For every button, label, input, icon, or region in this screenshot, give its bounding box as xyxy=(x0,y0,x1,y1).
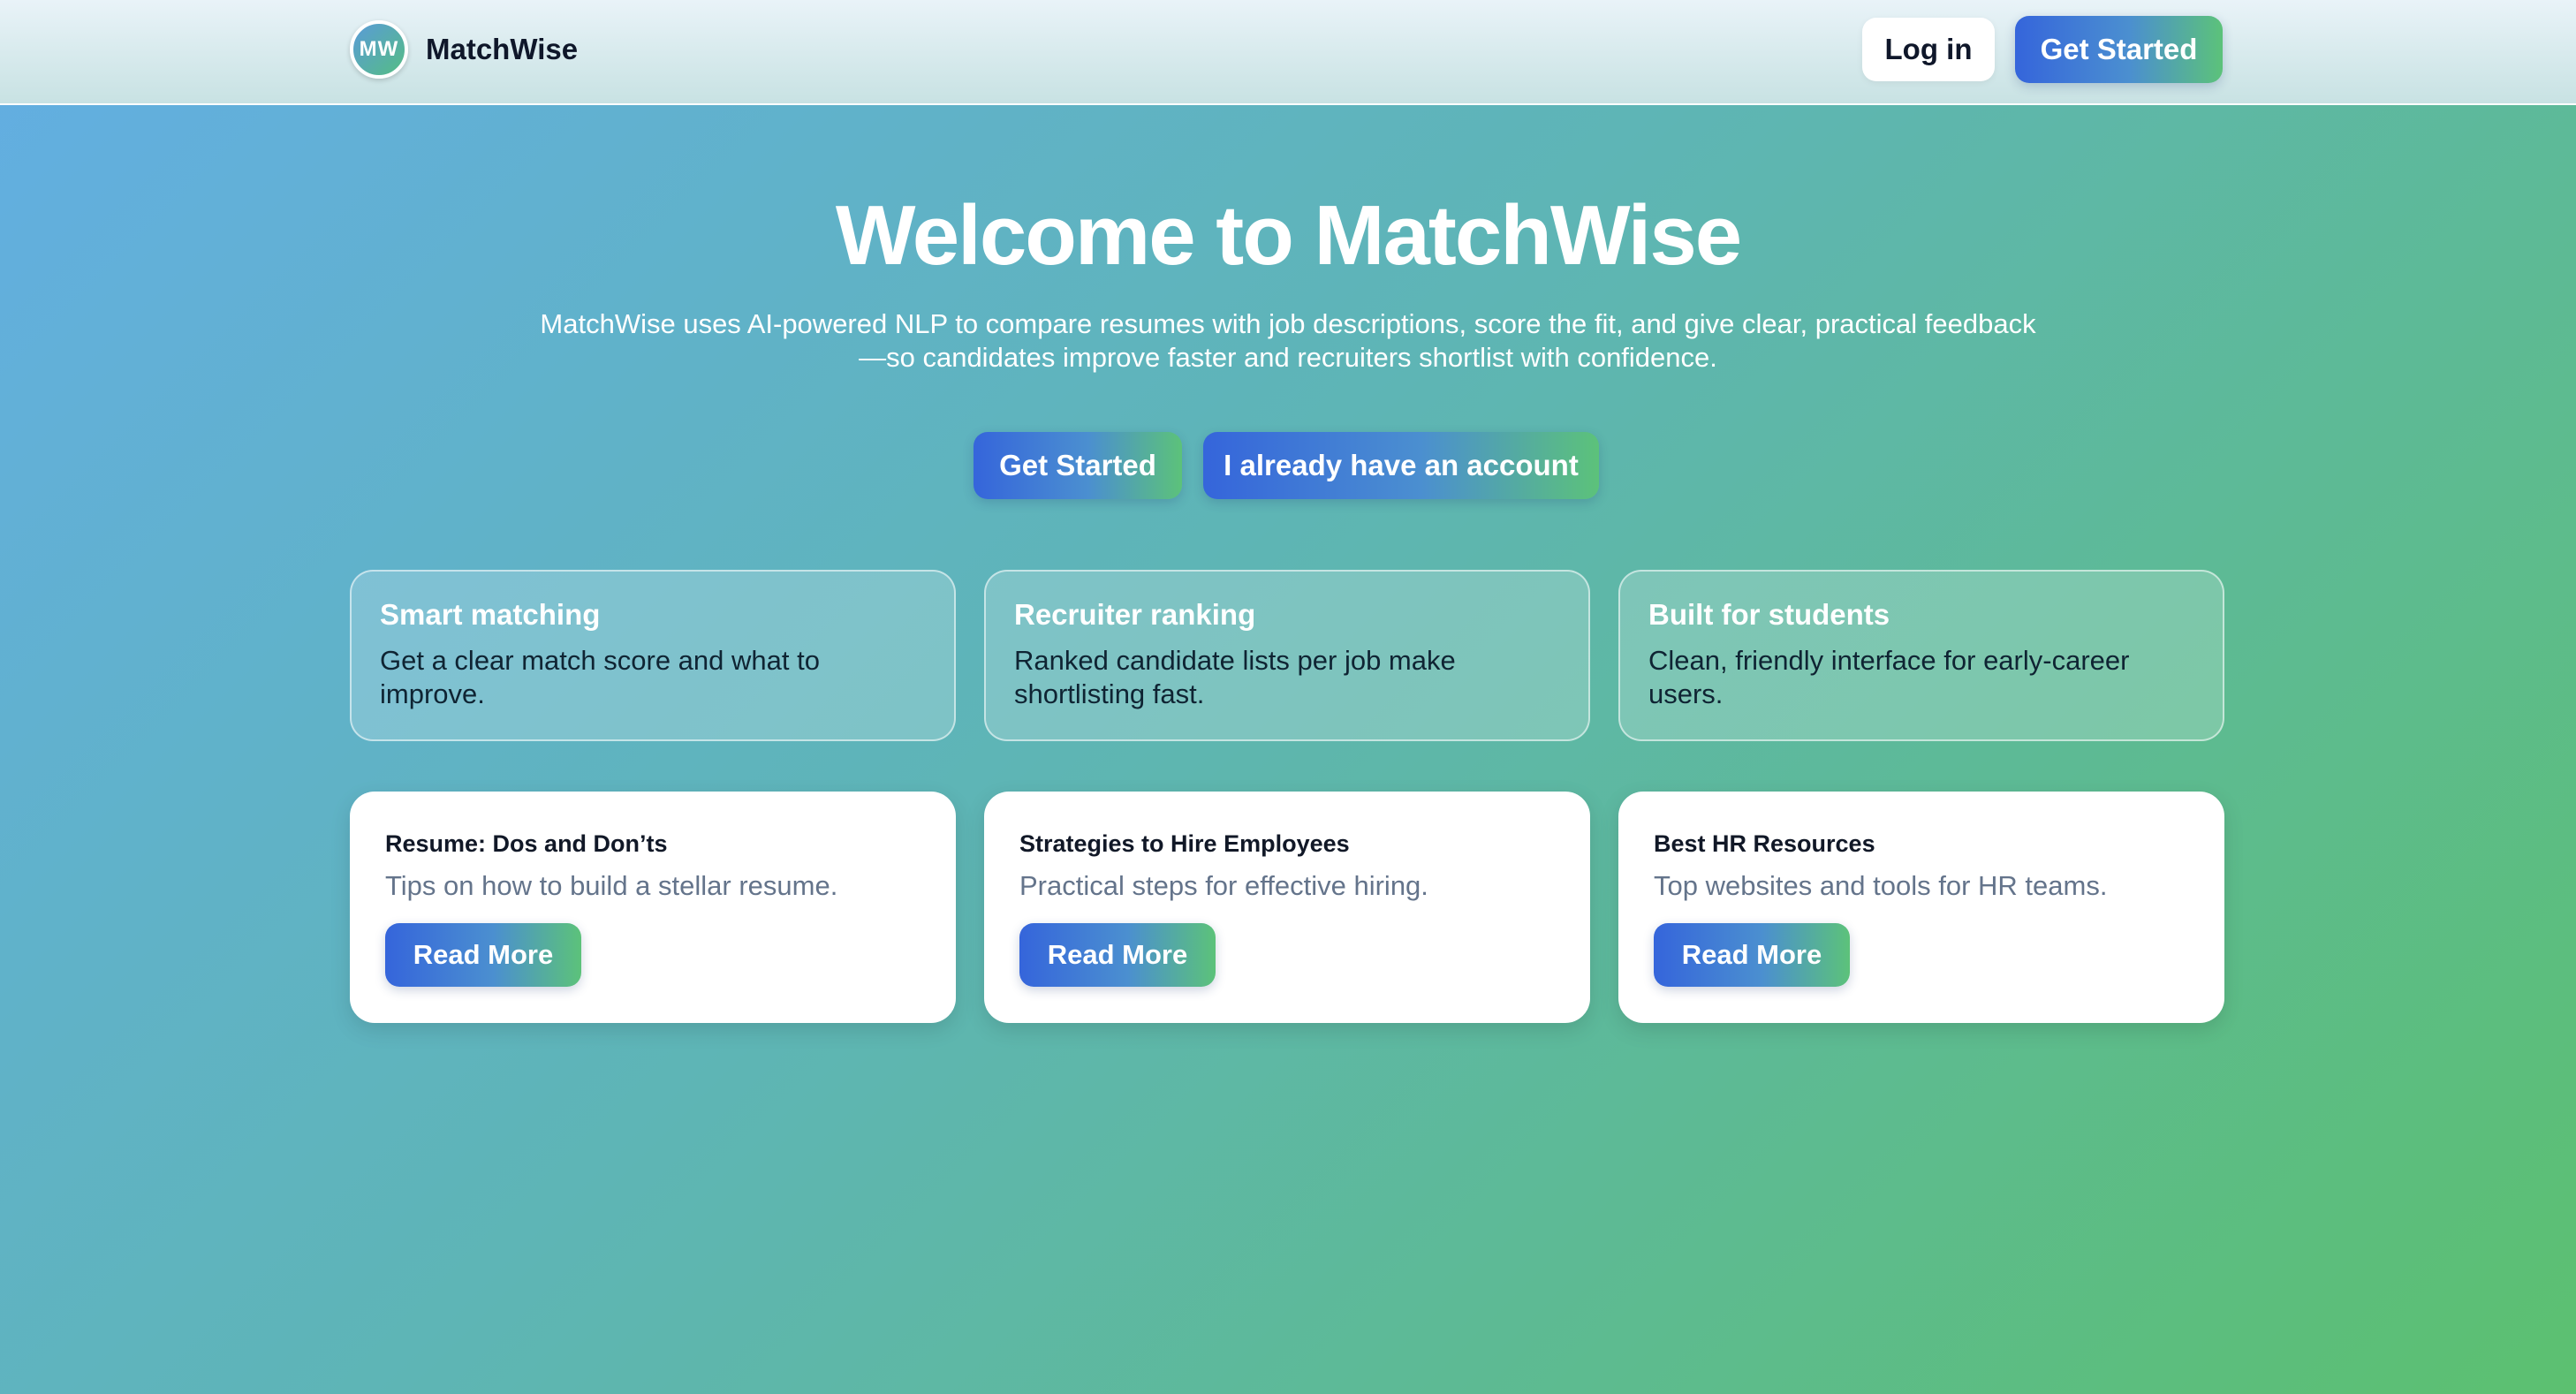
feature-text: Ranked candidate lists per job make shor… xyxy=(1014,645,1456,709)
feature-text: Get a clear match score and what to impr… xyxy=(380,645,820,709)
logo-icon: MW xyxy=(350,20,408,79)
existing-account-button[interactable]: I already have an account xyxy=(1203,432,1599,499)
brand-name: MatchWise xyxy=(426,33,579,65)
article-title: Resume: Dos and Don’ts xyxy=(385,830,668,857)
read-more-button[interactable]: Read More xyxy=(1654,923,1850,987)
feature-title: Built for students xyxy=(1648,598,1890,631)
feature-card-smart-matching: Smart matching Get a clear match score a… xyxy=(350,570,956,741)
feature-title: Smart matching xyxy=(380,598,601,631)
feature-card-built-for-students: Built for students Clean, friendly inter… xyxy=(1618,570,2224,741)
article-card-hiring: Strategies to Hire Employees Practical s… xyxy=(984,792,1590,1023)
article-text: Tips on how to build a stellar resume. xyxy=(385,870,838,901)
hero-get-started-button[interactable]: Get Started xyxy=(974,432,1182,499)
brand[interactable]: MW MatchWise xyxy=(350,19,578,80)
hero-title: Welcome to MatchWise xyxy=(835,188,1742,283)
article-card-resume: Resume: Dos and Don’ts Tips on how to bu… xyxy=(350,792,956,1023)
feature-card-recruiter-ranking: Recruiter ranking Ranked candidate lists… xyxy=(984,570,1590,741)
article-text: Top websites and tools for HR teams. xyxy=(1654,870,2108,901)
read-more-button[interactable]: Read More xyxy=(1019,923,1216,987)
top-nav-bar: MW MatchWise Log in Get Started xyxy=(0,0,2576,105)
hero-subtitle-line-2: —so candidates improve faster and recrui… xyxy=(859,342,1717,373)
hero-subtitle-line-1: MatchWise uses AI-powered NLP to compare… xyxy=(540,308,2036,339)
article-title: Strategies to Hire Employees xyxy=(1019,830,1350,857)
login-button[interactable]: Log in xyxy=(1862,18,1995,81)
feature-title: Recruiter ranking xyxy=(1014,598,1256,631)
hero-subtitle: MatchWise uses AI-powered NLP to compare… xyxy=(477,307,2099,375)
article-title: Best HR Resources xyxy=(1654,830,1875,857)
feature-text: Clean, friendly interface for early-care… xyxy=(1648,645,2130,709)
article-card-hr-resources: Best HR Resources Top websites and tools… xyxy=(1618,792,2224,1023)
header-get-started-button[interactable]: Get Started xyxy=(2015,16,2223,83)
read-more-button[interactable]: Read More xyxy=(385,923,581,987)
article-text: Practical steps for effective hiring. xyxy=(1019,870,1428,901)
